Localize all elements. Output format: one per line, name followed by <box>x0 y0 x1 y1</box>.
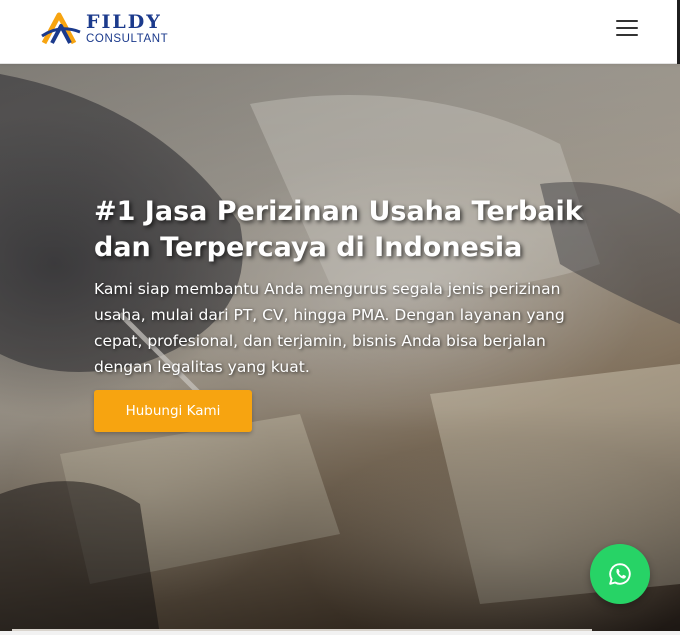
hero-description: Kami siap membantu Anda mengurus segala … <box>94 280 565 376</box>
hero-title: #1 Jasa Perizinan Usaha Terbaik dan Terp… <box>94 196 583 263</box>
logo[interactable]: FILDY CONSULTANT <box>40 12 180 46</box>
contact-button[interactable]: Hubungi Kami <box>94 390 252 432</box>
logo-name: FILDY <box>86 10 162 33</box>
section-edge <box>0 631 680 635</box>
hamburger-menu-icon[interactable] <box>616 17 642 39</box>
logo-subtitle: CONSULTANT <box>86 32 169 45</box>
whatsapp-button[interactable] <box>590 544 650 604</box>
whatsapp-icon <box>609 563 631 585</box>
hero-section: #1 Jasa Perizinan Usaha Terbaik dan Terp… <box>0 64 680 635</box>
navbar: FILDY CONSULTANT <box>0 0 680 64</box>
logo-mark-icon <box>41 12 81 45</box>
